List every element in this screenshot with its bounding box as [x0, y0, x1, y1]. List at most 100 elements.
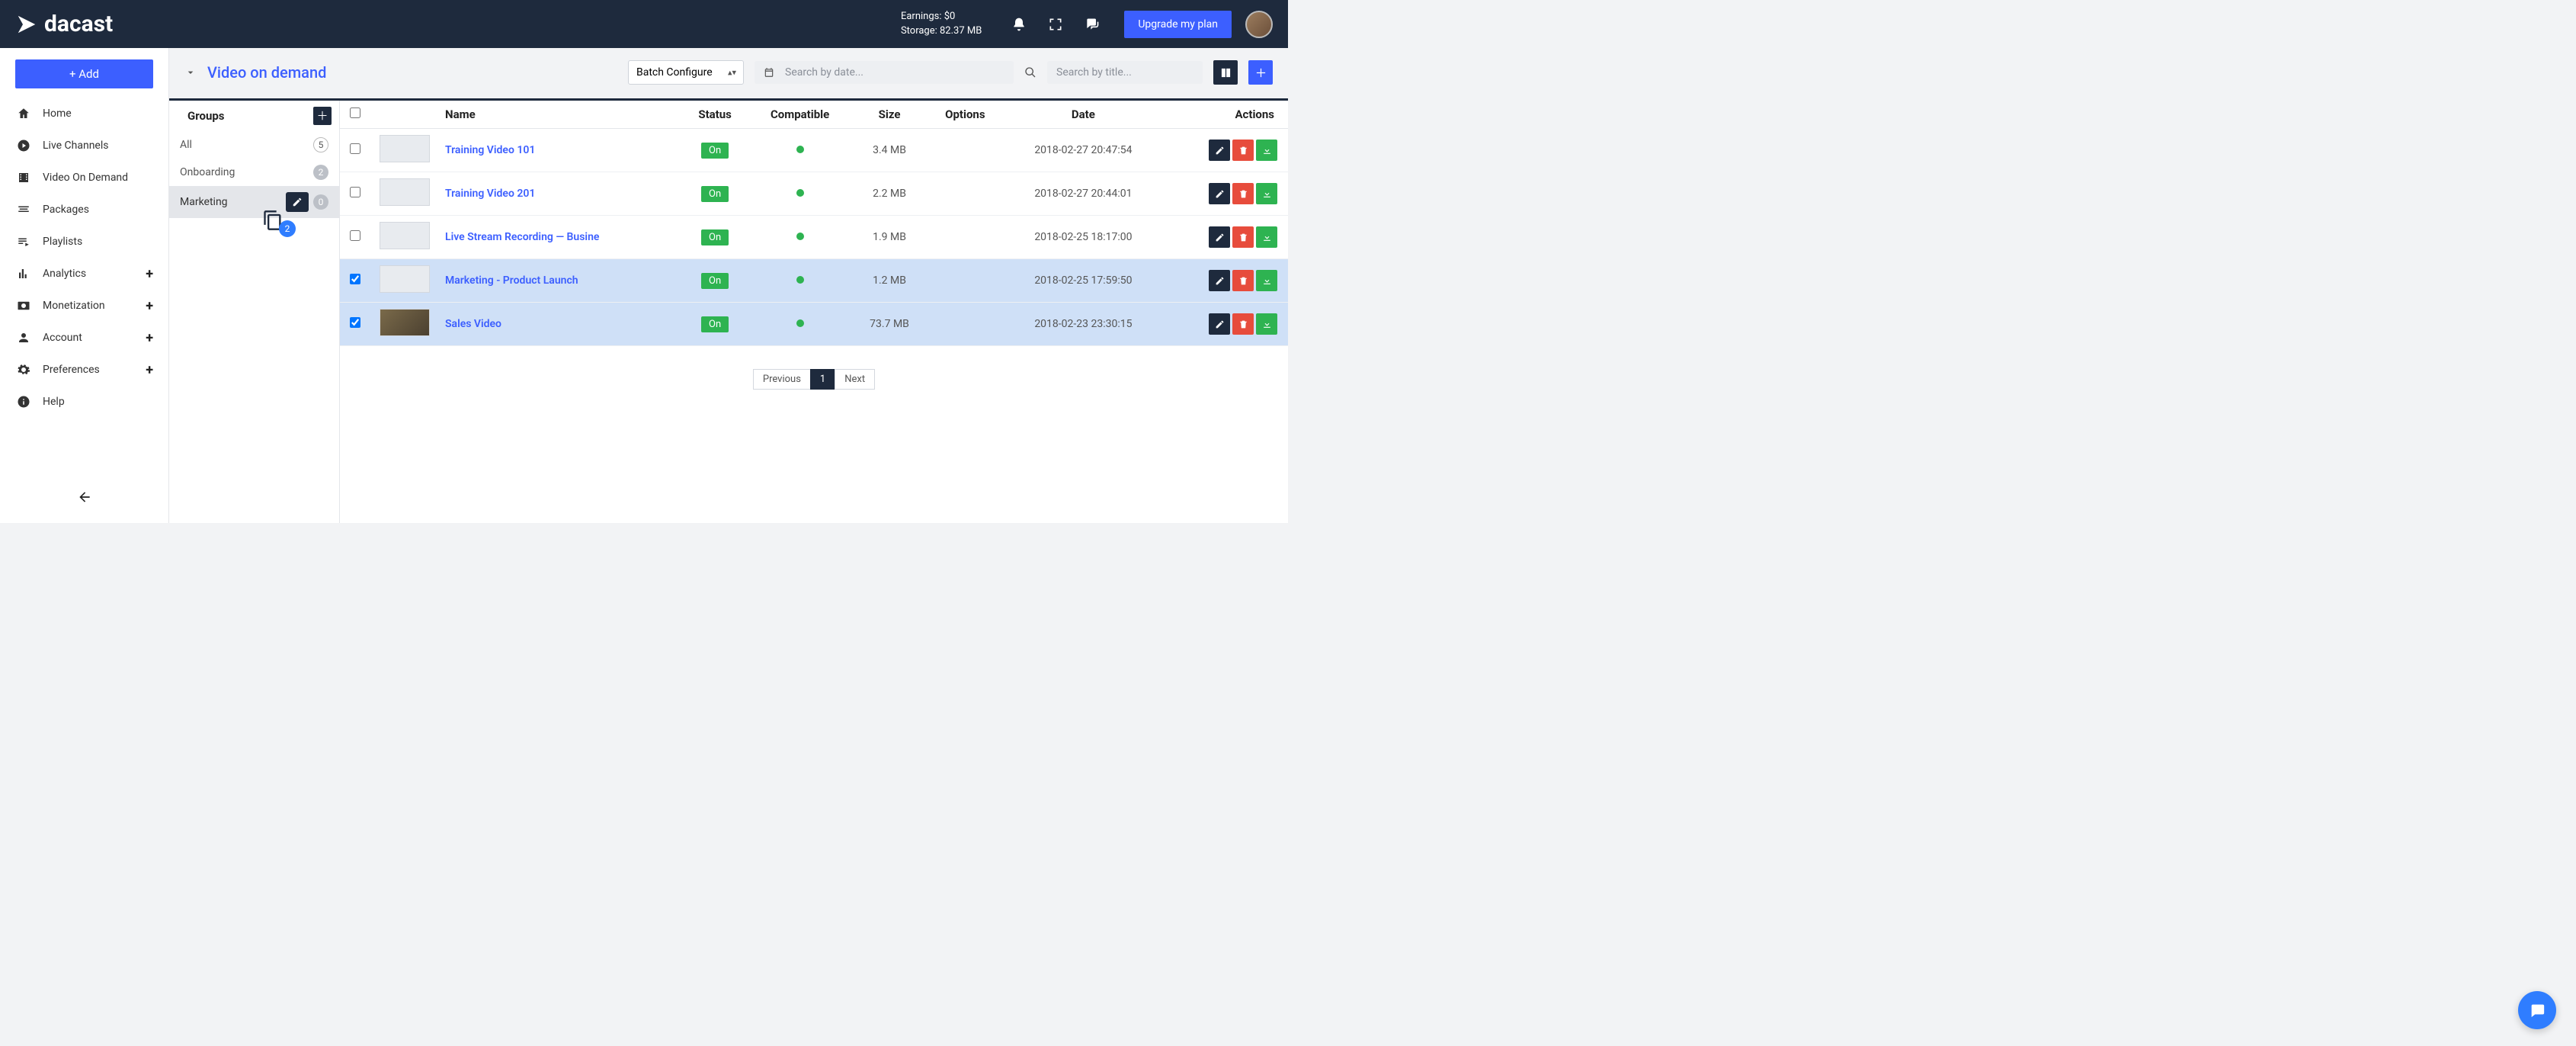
- group-count: 0: [313, 194, 328, 210]
- delete-button[interactable]: [1232, 313, 1254, 335]
- video-thumbnail[interactable]: [380, 222, 430, 249]
- sidebar-item-package[interactable]: Packages: [0, 194, 168, 226]
- video-name-link[interactable]: Training Video 101: [439, 129, 682, 172]
- video-name-link[interactable]: Marketing - Product Launch: [439, 259, 682, 303]
- fullscreen-icon[interactable]: [1048, 17, 1063, 32]
- video-name-link[interactable]: Training Video 201: [439, 172, 682, 216]
- video-name-link[interactable]: Sales Video: [439, 303, 682, 346]
- sidebar-item-label: Account: [43, 332, 82, 344]
- expand-plus-icon[interactable]: +: [146, 298, 153, 314]
- sidebar-item-money[interactable]: Monetization+: [0, 290, 168, 322]
- date-cell: 2018-02-25 17:59:50: [1003, 259, 1163, 303]
- calendar-icon: [764, 67, 774, 78]
- row-checkbox[interactable]: [350, 187, 360, 197]
- chat-icon[interactable]: [1085, 17, 1100, 32]
- edit-button[interactable]: [1209, 183, 1230, 204]
- download-button[interactable]: [1256, 140, 1277, 161]
- gear-icon: [17, 363, 30, 377]
- row-checkbox[interactable]: [350, 230, 360, 241]
- search-title-input[interactable]: [1056, 66, 1193, 79]
- batch-configure-select[interactable]: Batch Configure: [628, 60, 744, 85]
- search-date-box[interactable]: [755, 61, 1014, 84]
- analytics-icon: [17, 267, 30, 281]
- download-button[interactable]: [1256, 313, 1277, 335]
- video-thumbnail[interactable]: [380, 178, 430, 206]
- brand-name: dacast: [44, 11, 113, 37]
- sidebar-item-info[interactable]: Help: [0, 386, 168, 418]
- video-thumbnail[interactable]: [380, 265, 430, 293]
- group-item-all[interactable]: All5: [169, 131, 339, 159]
- search-date-input[interactable]: [785, 66, 968, 79]
- sidebar-item-label: Live Channels: [43, 140, 109, 152]
- status-badge: On: [701, 316, 729, 332]
- group-item-onboarding[interactable]: Onboarding2: [169, 159, 339, 186]
- group-item-marketing[interactable]: Marketing0: [169, 186, 339, 218]
- toolbar-add-button[interactable]: [1248, 60, 1273, 85]
- add-button[interactable]: + Add: [15, 59, 153, 88]
- pencil-icon: [1215, 319, 1225, 329]
- search-icon: [1024, 66, 1036, 79]
- expand-plus-icon[interactable]: +: [146, 362, 153, 378]
- size-cell: 1.9 MB: [852, 216, 928, 259]
- delete-button[interactable]: [1232, 226, 1254, 248]
- download-button[interactable]: [1256, 183, 1277, 204]
- download-button[interactable]: [1256, 270, 1277, 291]
- video-thumbnail[interactable]: [380, 135, 430, 162]
- video-name-link[interactable]: Live Stream Recording — Busine: [439, 216, 682, 259]
- sidebar-item-playlist[interactable]: Playlists: [0, 226, 168, 258]
- sidebar-item-label: Playlists: [43, 236, 82, 248]
- current-page[interactable]: 1: [810, 369, 835, 390]
- delete-button[interactable]: [1232, 270, 1254, 291]
- brand-logo[interactable]: dacast: [15, 11, 113, 37]
- edit-button[interactable]: [1209, 270, 1230, 291]
- upgrade-plan-button[interactable]: Upgrade my plan: [1124, 11, 1232, 38]
- trash-icon: [1238, 319, 1248, 329]
- expand-plus-icon[interactable]: +: [146, 266, 153, 282]
- sidebar-item-gear[interactable]: Preferences +: [0, 354, 168, 386]
- sidebar-item-analytics[interactable]: Analytics+: [0, 258, 168, 290]
- next-page-button[interactable]: Next: [835, 369, 875, 390]
- delete-button[interactable]: [1232, 183, 1254, 204]
- video-thumbnail[interactable]: [380, 309, 430, 336]
- sidebar-item-label: Video On Demand: [43, 172, 128, 184]
- groups-panel: Groups ＋ All5Onboarding2Marketing0: [169, 101, 340, 523]
- row-checkbox[interactable]: [350, 143, 360, 154]
- edit-button[interactable]: [1209, 226, 1230, 248]
- sidebar-item-label: Home: [43, 107, 72, 120]
- sidebar-item-play[interactable]: Live Channels: [0, 130, 168, 162]
- compatible-dot-icon: [796, 233, 804, 240]
- edit-button[interactable]: [1209, 313, 1230, 335]
- chevron-down-icon[interactable]: [184, 66, 197, 79]
- delete-button[interactable]: [1232, 140, 1254, 161]
- table-row: Marketing - Product Launch On 1.2 MB 201…: [340, 259, 1288, 303]
- size-cell: 73.7 MB: [852, 303, 928, 346]
- download-icon: [1262, 146, 1272, 156]
- prev-page-button[interactable]: Previous: [753, 369, 810, 390]
- sidebar-item-person[interactable]: Account +: [0, 322, 168, 354]
- sidebar-item-film[interactable]: Video On Demand: [0, 162, 168, 194]
- row-checkbox[interactable]: [350, 274, 360, 284]
- download-icon: [1262, 276, 1272, 286]
- group-count: 2: [313, 165, 328, 180]
- columns-button[interactable]: [1213, 60, 1238, 85]
- trash-icon: [1238, 233, 1248, 242]
- add-group-button[interactable]: ＋: [313, 107, 332, 125]
- help-fab[interactable]: [2518, 991, 2556, 1029]
- select-all-checkbox[interactable]: [350, 107, 360, 118]
- col-name: Name: [439, 101, 682, 129]
- avatar[interactable]: [1245, 11, 1273, 38]
- row-checkbox[interactable]: [350, 317, 360, 328]
- playlist-icon: [17, 235, 30, 249]
- sidebar-item-label: Preferences: [43, 364, 100, 376]
- size-cell: 2.2 MB: [852, 172, 928, 216]
- sidebar-item-home[interactable]: Home: [0, 98, 168, 130]
- collapse-sidebar-icon[interactable]: [77, 489, 92, 505]
- play-icon: [17, 139, 30, 152]
- pagination: Previous 1 Next: [340, 369, 1288, 390]
- expand-plus-icon[interactable]: +: [146, 330, 153, 346]
- download-button[interactable]: [1256, 226, 1277, 248]
- edit-group-button[interactable]: [286, 192, 309, 212]
- edit-button[interactable]: [1209, 140, 1230, 161]
- group-count: 5: [313, 137, 328, 152]
- bell-icon[interactable]: [1011, 17, 1027, 32]
